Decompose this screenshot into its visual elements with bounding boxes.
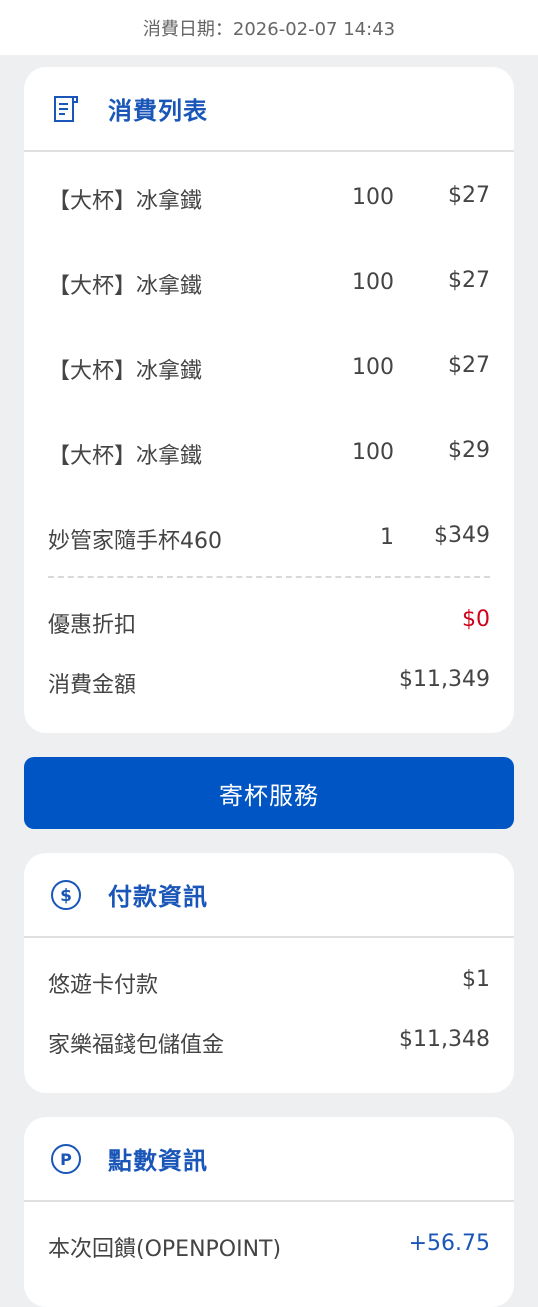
item-price: $27 (448, 353, 490, 378)
payment-row: 悠遊卡付款 $1 (48, 967, 490, 999)
item-name: 【大杯】冰拿鐵 (48, 359, 203, 384)
points-title: 點數資訊 (108, 1147, 208, 1175)
divider (48, 576, 490, 578)
payment-title: 付款資訊 (108, 883, 208, 911)
payment-label: 悠遊卡付款 (48, 973, 159, 998)
total-value: $11,349 (399, 667, 490, 692)
points-card: P 點數資訊 本次回饋(OPENPOINT) +56.75 (24, 1117, 514, 1307)
svg-text:P: P (60, 1150, 72, 1169)
points-row: 本次回饋(OPENPOINT) +56.75 (48, 1231, 490, 1263)
item-qty: 100 (352, 185, 394, 210)
total-label: 消費金額 (48, 673, 137, 698)
item-name: 妙管家隨手杯460 (48, 529, 222, 554)
consumption-title: 消費列表 (108, 97, 208, 125)
points-header: P 點數資訊 (24, 1117, 514, 1202)
item-name: 【大杯】冰拿鐵 (48, 444, 203, 469)
item-qty: 100 (352, 270, 394, 295)
total-row: 消費金額 $11,349 (48, 667, 490, 699)
purchase-date: 消費日期：2026-02-07 14:43 (142, 18, 396, 40)
item-qty: 100 (352, 355, 394, 380)
cup-service-button[interactable]: 寄杯服務 (24, 757, 514, 829)
discount-label: 優惠折扣 (48, 613, 137, 638)
points-icon: P (50, 1143, 82, 1175)
payment-card: $ 付款資訊 悠遊卡付款 $1 家樂福錢包儲值金 $11,348 (24, 853, 514, 1093)
payment-header: $ 付款資訊 (24, 853, 514, 938)
item-price: $27 (448, 268, 490, 293)
consumption-card: 消費列表 【大杯】冰拿鐵 100 $27 【大杯】冰拿鐵 100 $27 【大杯… (24, 67, 514, 733)
payment-row: 家樂福錢包儲值金 $11,348 (48, 1027, 490, 1059)
payment-label: 家樂福錢包儲值金 (48, 1033, 225, 1058)
item-price: $349 (434, 523, 490, 548)
date-bar: 消費日期：2026-02-07 14:43 (0, 0, 538, 55)
dollar-icon: $ (50, 879, 82, 911)
payment-value: $11,348 (399, 1027, 490, 1052)
discount-value: $0 (462, 607, 490, 632)
receipt-icon (50, 93, 82, 125)
item-price: $27 (448, 183, 490, 208)
item-name: 【大杯】冰拿鐵 (48, 274, 203, 299)
svg-text:$: $ (60, 886, 72, 906)
payment-value: $1 (462, 967, 490, 992)
item-price: $29 (448, 438, 490, 463)
item-qty: 100 (352, 440, 394, 465)
item-qty: 1 (380, 525, 394, 550)
consumption-header: 消費列表 (24, 67, 514, 152)
points-label: 本次回饋(OPENPOINT) (48, 1237, 282, 1262)
discount-row: 優惠折扣 $0 (48, 607, 490, 639)
item-name: 【大杯】冰拿鐵 (48, 189, 203, 214)
points-value: +56.75 (408, 1231, 490, 1256)
